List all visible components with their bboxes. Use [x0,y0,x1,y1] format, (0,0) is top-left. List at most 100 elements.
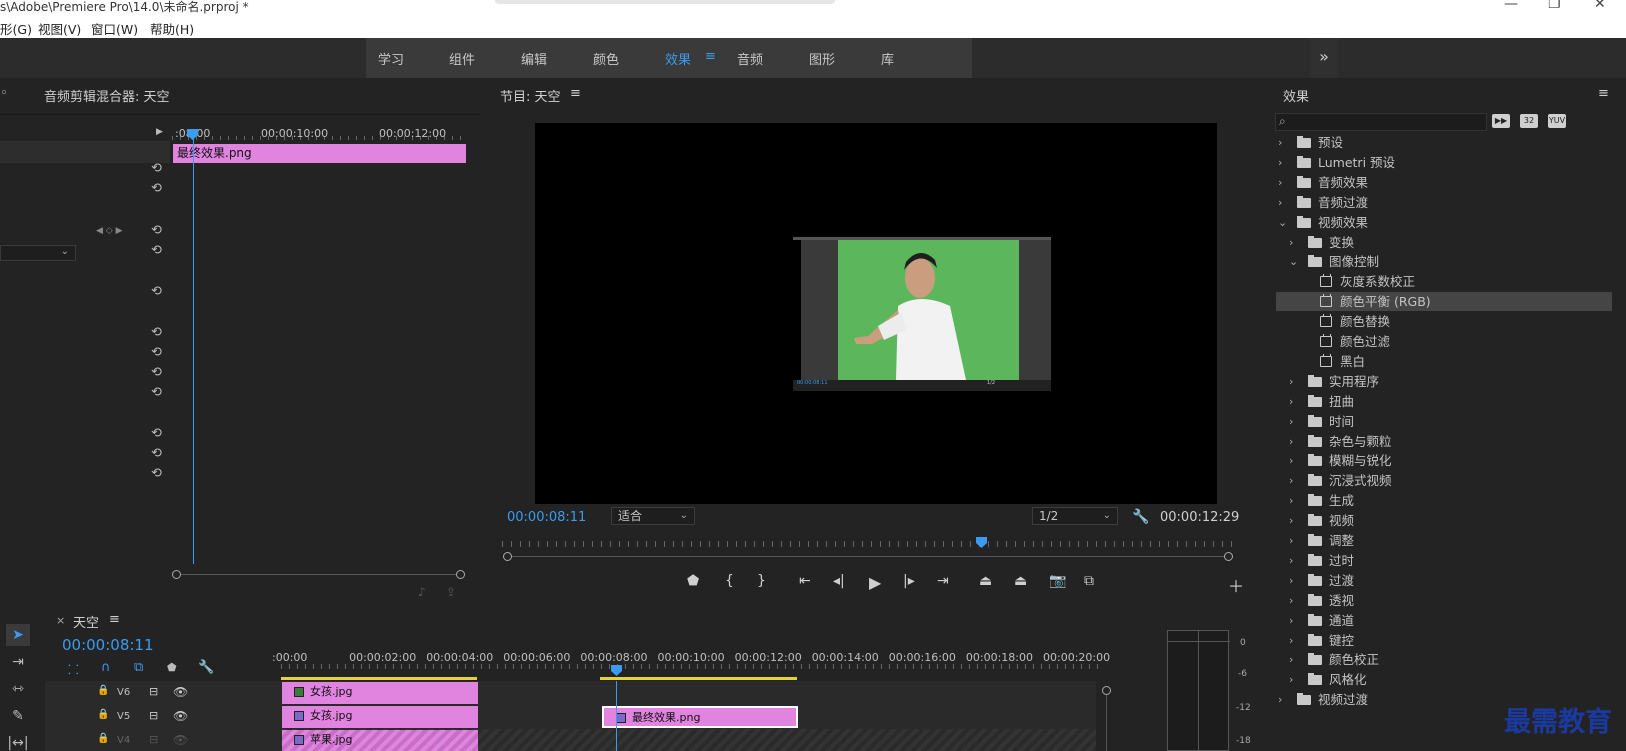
resolution-select[interactable]: 1/2 ⌄ [1032,507,1118,525]
effects-folder[interactable]: › 通道 [1276,611,1612,630]
effects-folder[interactable]: › 音频过渡 [1276,193,1612,212]
lift-icon[interactable]: ⏏ [979,573,992,589]
reset-icon[interactable]: ⟲ [151,426,162,441]
mark-in-icon[interactable]: { [725,573,734,589]
chevron-right-icon[interactable]: › [1289,471,1293,490]
timeline-timecode[interactable]: 00:00:08:11 [62,636,154,654]
mixer-clip[interactable]: 最终效果.png [173,144,466,163]
effects-folder[interactable]: ⌄ 图像控制 [1276,252,1612,271]
effects-folder[interactable]: › 时间 [1276,412,1612,431]
export-icon[interactable]: ⇪ [446,585,456,599]
linked-selection-icon[interactable]: ⧉ [134,660,143,675]
eye-icon[interactable]: 👁 [173,709,188,723]
reset-icon[interactable]: ⟲ [151,385,162,400]
effects-folder[interactable]: › 视频 [1276,511,1612,530]
go-to-out-icon[interactable]: ⇥ [937,573,949,589]
comparison-view-icon[interactable]: ⧉ [1084,573,1094,589]
menu-graphics[interactable]: 形(G) [0,19,32,38]
zoom-handle-left[interactable] [172,570,181,579]
effects-folder[interactable]: › 透视 [1276,591,1612,610]
effects-folder[interactable]: › 过渡 [1276,571,1612,590]
ripple-edit-tool-icon[interactable]: ⇿ [6,678,30,700]
lock-icon[interactable]: 🔒 [97,733,109,744]
add-marker-icon[interactable]: ⬟ [687,573,699,589]
chevron-down-icon[interactable]: ⌄ [1278,213,1287,232]
effects-folder[interactable]: › 过时 [1276,551,1612,570]
close-sequence-icon[interactable]: × [56,614,65,627]
clip-final-effect-v5[interactable]: 最终效果.png [602,706,798,728]
effects-folder[interactable]: › 风格化 [1276,670,1612,689]
chevron-right-icon[interactable]: › [1278,153,1282,172]
effects-folder[interactable]: › 沉浸式视频 [1276,471,1612,490]
close-button[interactable]: ✕ [1594,0,1606,12]
chevron-right-icon[interactable]: › [1289,372,1293,391]
nest-icon[interactable]: ⸬ [68,660,79,678]
timeline-settings-icon[interactable]: 🔧 [198,660,214,675]
menu-view[interactable]: 视图(V) [38,19,81,38]
effects-folder[interactable]: › 变换 [1276,233,1612,252]
lock-icon[interactable]: 🔒 [97,709,109,720]
vertical-zoom-handle[interactable] [1102,686,1111,695]
accelerated-effects-icon[interactable]: ▶▶ [1492,114,1510,128]
effects-folder[interactable]: › 杂色与颗粒 [1276,432,1612,451]
add-button-icon[interactable]: ＋ [1228,573,1244,597]
tab-learn[interactable]: 学习 [378,49,404,68]
effect-item[interactable]: 颜色替换 [1276,312,1612,331]
chevron-right-icon[interactable]: › [1289,531,1293,550]
track-select-tool-icon[interactable]: ⇥ [6,651,30,673]
chevron-right-icon[interactable]: › [1289,591,1293,610]
tab-effects[interactable]: 效果 [665,49,691,68]
chevron-right-icon[interactable]: › [1289,650,1293,669]
clip-girl-v6[interactable]: 女孩.jpg [282,682,478,704]
chevron-right-icon[interactable]: › [1289,392,1293,411]
chevron-right-icon[interactable]: › [1289,551,1293,570]
effects-folder[interactable]: › 颜色校正 [1276,650,1612,669]
reset-icon[interactable]: ⟲ [151,325,162,340]
effects-folder[interactable]: › 键控 [1276,631,1612,650]
chevron-right-icon[interactable]: › [1289,631,1293,650]
tab-audio[interactable]: 音频 [737,49,763,68]
tab-libraries[interactable]: 库 [881,49,894,68]
effects-menu-icon[interactable]: ≡ [1598,86,1609,101]
program-video-frame[interactable]: 00:00:08:11 1/2 [535,123,1217,504]
program-menu-icon[interactable]: ≡ [570,86,581,101]
extract-icon[interactable]: ⏏ [1014,573,1027,589]
zoom-scrollbar[interactable] [181,574,456,575]
keyframe-nav-icon[interactable]: ◀ ◇ ▶ [96,226,123,236]
effect-item[interactable]: 颜色过滤 [1276,332,1612,351]
yuv-effects-icon[interactable]: YUV [1548,114,1566,128]
slip-tool-icon[interactable]: |↔| [6,732,30,751]
effects-folder[interactable]: › 预设 [1276,133,1612,152]
reset-icon[interactable]: ⟲ [151,243,162,258]
sequence-tab[interactable]: 天空 [73,612,99,631]
eye-icon[interactable]: 👁 [173,733,188,747]
lock-icon[interactable]: 🔒 [97,685,109,696]
program-zoom-bar[interactable] [512,556,1224,557]
32bit-effects-icon[interactable]: 32 [1520,114,1538,128]
eye-icon[interactable]: 👁 [173,685,188,699]
program-zoom-right[interactable] [1224,552,1233,561]
play-audio-icon[interactable]: ♪ [418,585,426,599]
tab-assembly[interactable]: 组件 [449,49,475,68]
timeline-playhead[interactable] [611,665,622,676]
effect-item[interactable]: 黑白 [1276,352,1612,371]
chevron-right-icon[interactable]: › [1289,571,1293,590]
blend-mode-dropdown[interactable]: ⌄ [0,245,76,261]
effects-folder[interactable]: › 生成 [1276,491,1612,510]
add-marker-icon[interactable]: ⬟ [167,661,177,674]
fit-select[interactable]: 适合 ⌄ [611,507,695,525]
clip-girl-v5[interactable]: 女孩.jpg [282,706,478,728]
chevron-right-icon[interactable]: › [1278,173,1282,192]
clip-apple-v4[interactable]: 苹果.jpg [282,730,478,751]
chevron-right-icon[interactable]: › [1289,670,1293,689]
effects-folder[interactable]: › Lumetri 预设 [1276,153,1612,172]
go-to-in-icon[interactable]: ⇤ [799,573,811,589]
chevron-right-icon[interactable]: › [1289,233,1293,252]
restore-button[interactable]: ❐ [1548,0,1561,12]
effects-folder[interactable]: ⌄ 视频效果 [1276,213,1612,232]
program-current-timecode[interactable]: 00:00:08:11 [507,510,586,525]
menu-window[interactable]: 窗口(W) [91,19,138,38]
effects-folder[interactable]: › 扭曲 [1276,392,1612,411]
chevron-right-icon[interactable]: › [1289,451,1293,470]
snap-icon[interactable]: ∩ [101,660,111,675]
